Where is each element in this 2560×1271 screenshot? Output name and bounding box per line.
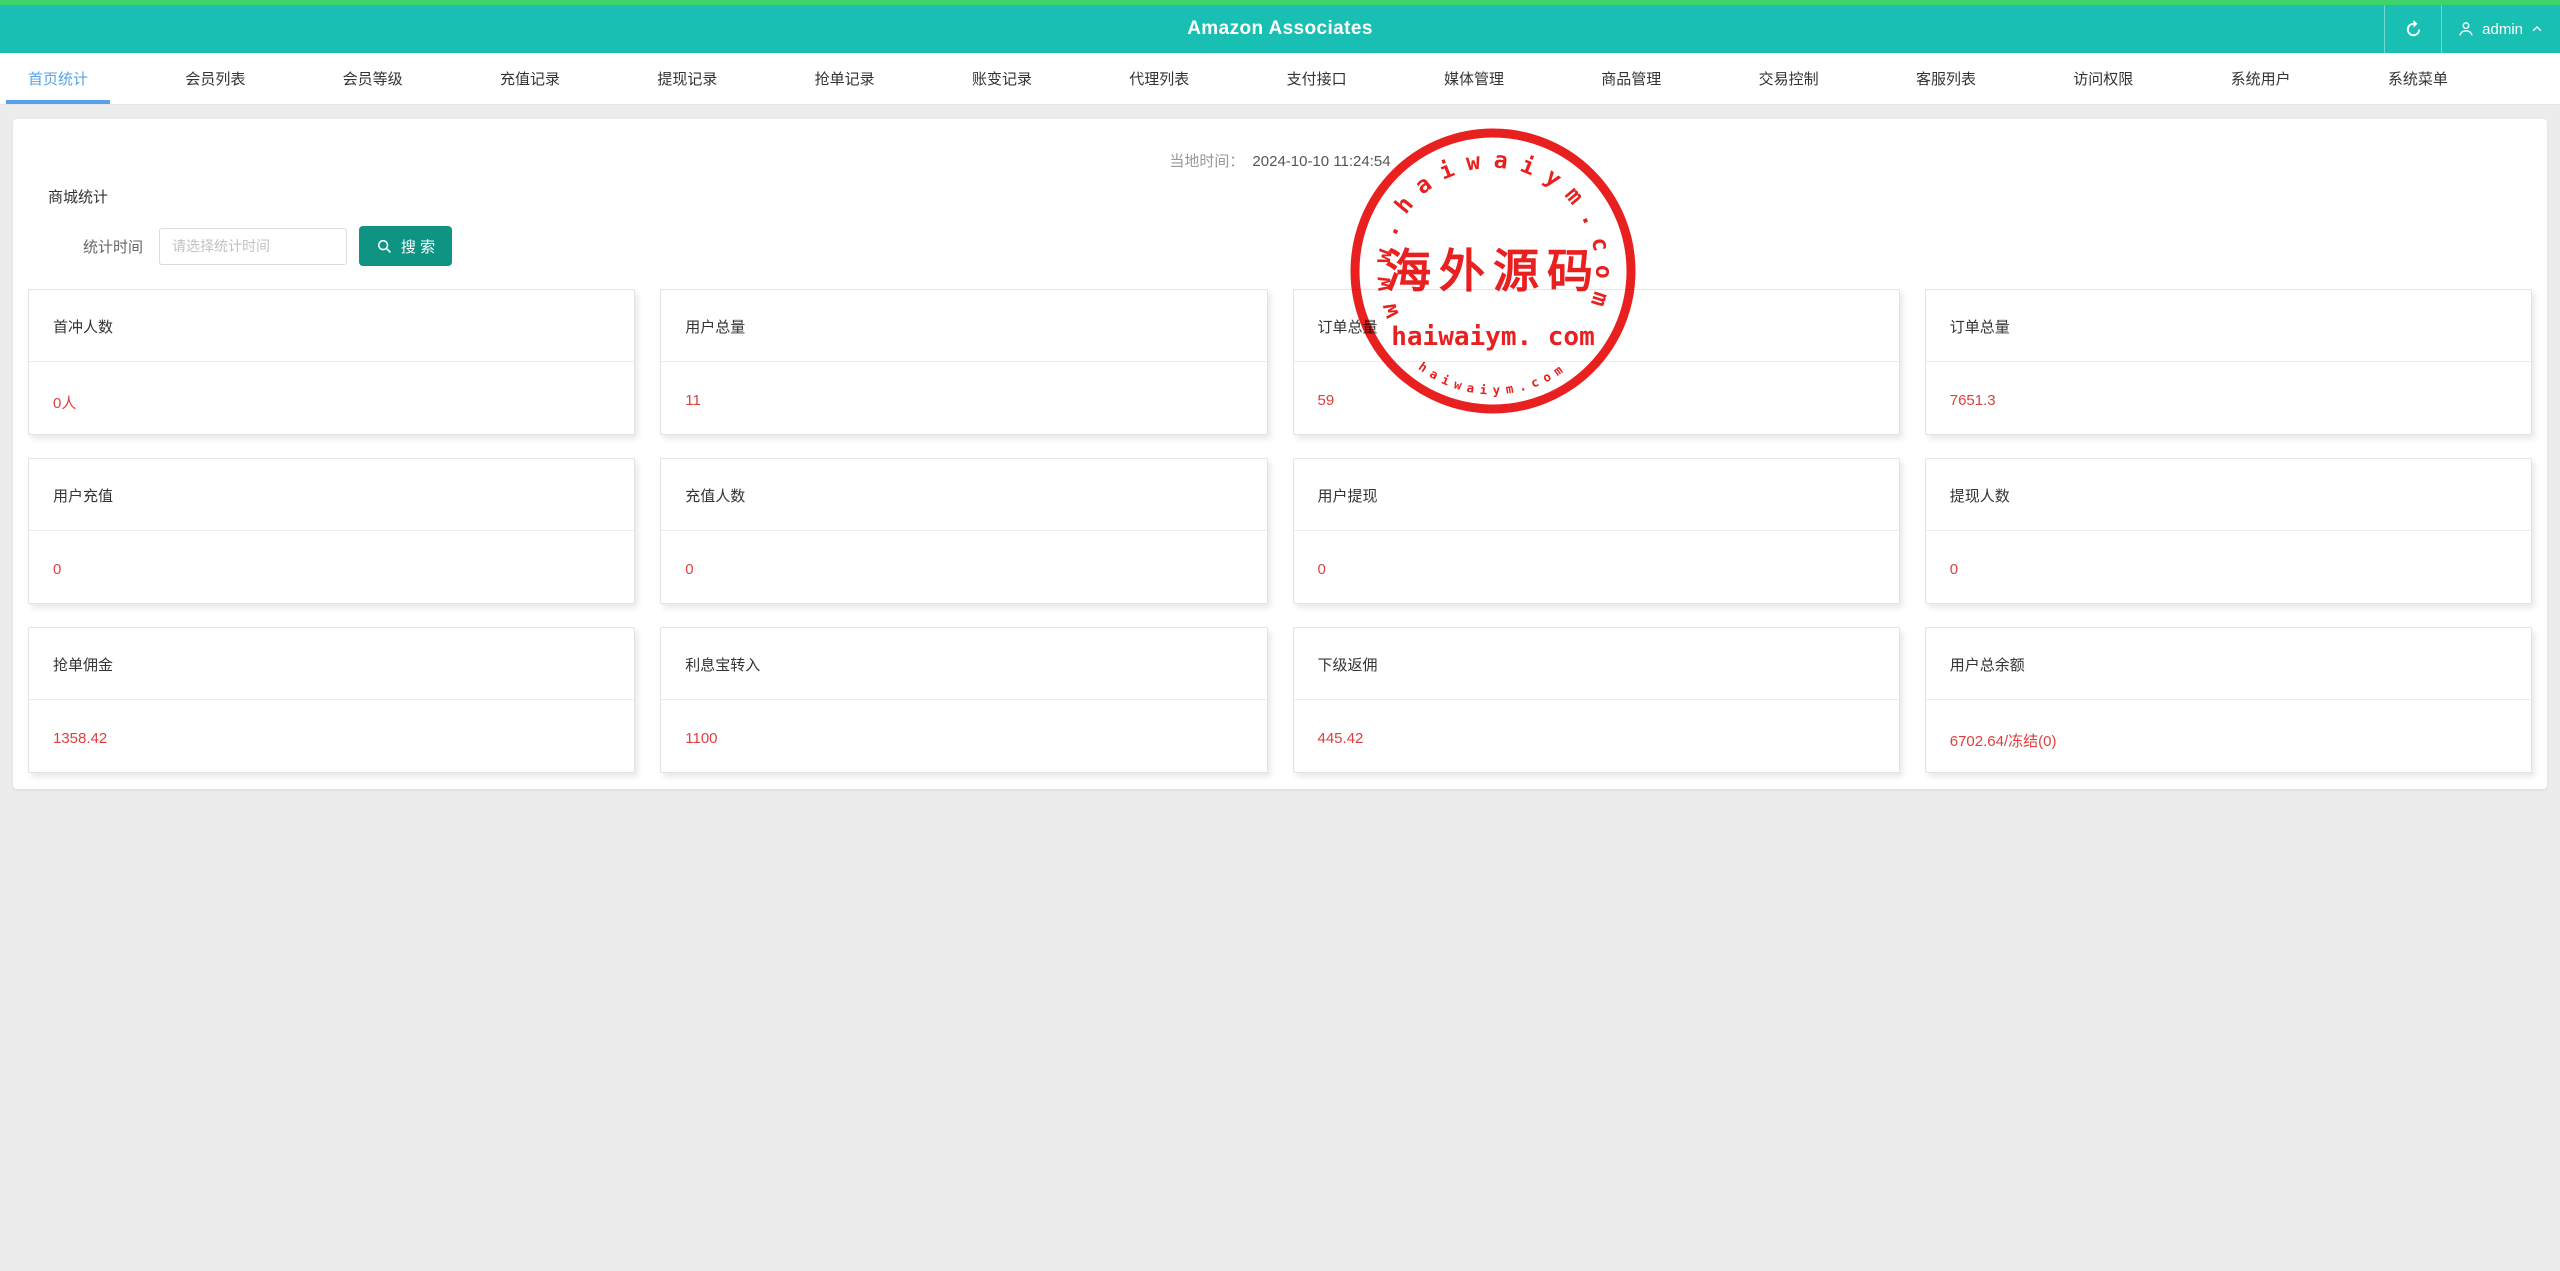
nav-tab-label: 客服列表 xyxy=(1915,71,1976,88)
nav-tab-11[interactable]: 商品管理 xyxy=(1579,53,1683,104)
user-menu[interactable]: admin xyxy=(2442,5,2560,53)
nav-tab-14[interactable]: 访问权限 xyxy=(2051,53,2155,104)
nav-tab-2[interactable]: 会员列表 xyxy=(163,53,267,104)
search-button-label: 搜 索 xyxy=(400,238,436,256)
stat-card-title: 抢单佣金 xyxy=(53,657,114,674)
nav-tab-label: 系统用户 xyxy=(2230,71,2291,88)
nav-tab-13[interactable]: 客服列表 xyxy=(1894,53,1998,104)
nav-tab-label: 访问权限 xyxy=(2073,71,2134,88)
admin-dashboard: { "header": { "title": "Amazon Associate… xyxy=(0,0,2560,1271)
refresh-icon xyxy=(2404,19,2423,39)
stat-card-7: 用户提现 0 xyxy=(1292,458,1900,604)
nav-tab-label: 充值记录 xyxy=(499,71,560,88)
nav-tab-label: 抢单记录 xyxy=(814,71,875,88)
nav-tab-label: 支付接口 xyxy=(1286,71,1347,88)
chevron-up-icon xyxy=(2530,22,2544,36)
nav-tab-label: 账变记录 xyxy=(971,71,1032,88)
stats-panel: 当地时间： 2024-10-10 11:24:54 商城统计 统计时间 搜 索 首… xyxy=(13,119,2547,789)
stat-time-label: 统计时间 xyxy=(83,238,144,256)
stat-card-title: 用户总量 xyxy=(685,319,746,336)
stat-card-value: 7651.3 xyxy=(1949,392,1996,409)
app-header: Amazon Associates admin xyxy=(0,5,2560,53)
nav-tab-label: 提现记录 xyxy=(657,71,718,88)
stat-cards-grid: 首冲人数 0人 用户总量 11 订单总量 59 订单总量 7651.3 用户充值… xyxy=(13,289,2547,773)
stat-card-value: 1358.42 xyxy=(53,730,108,747)
stat-card-11: 下级返佣 445.42 xyxy=(1292,627,1900,773)
stat-card-title: 利息宝转入 xyxy=(685,657,761,674)
nav-tab-10[interactable]: 媒体管理 xyxy=(1422,53,1526,104)
stat-card-title: 订单总量 xyxy=(1949,319,2010,336)
stat-card-value: 0 xyxy=(1949,561,1959,578)
stat-time-input[interactable] xyxy=(159,227,348,265)
nav-tab-7[interactable]: 账变记录 xyxy=(950,53,1054,104)
nav-tab-label: 会员列表 xyxy=(185,71,246,88)
stat-card-value: 0 xyxy=(53,561,62,578)
nav-tab-label: 首页统计 xyxy=(28,71,89,88)
nav-tab-12[interactable]: 交易控制 xyxy=(1737,53,1841,104)
stat-card-value: 0 xyxy=(1317,561,1326,578)
search-icon xyxy=(376,238,393,255)
header-controls: admin xyxy=(2384,5,2560,53)
section-title: 商城统计 xyxy=(48,189,109,206)
stat-card-1: 首冲人数 0人 xyxy=(28,289,636,435)
local-time-label: 当地时间： xyxy=(1169,153,1245,170)
user-icon xyxy=(2457,20,2475,38)
nav-tab-6[interactable]: 抢单记录 xyxy=(793,53,897,104)
local-time-row: 当地时间： 2024-10-10 11:24:54 xyxy=(13,119,2547,171)
stat-card-title: 下级返佣 xyxy=(1317,657,1378,674)
nav-tab-label: 代理列表 xyxy=(1129,71,1190,88)
nav-tab-4[interactable]: 充值记录 xyxy=(478,53,582,104)
local-time-value: 2024-10-10 11:24:54 xyxy=(1252,153,1391,170)
page-title: Amazon Associates xyxy=(1187,18,1373,39)
username-label: admin xyxy=(2482,20,2523,38)
stat-card-value: 11 xyxy=(685,392,701,409)
stat-card-value: 59 xyxy=(1317,392,1335,409)
stat-card-value: 0 xyxy=(685,561,694,578)
stat-card-6: 充值人数 0 xyxy=(660,458,1268,604)
nav-tab-label: 商品管理 xyxy=(1601,71,1662,88)
stat-card-title: 订单总量 xyxy=(1317,319,1378,336)
stat-card-value: 445.42 xyxy=(1317,730,1364,747)
stat-card-2: 用户总量 11 xyxy=(660,289,1268,435)
stat-card-title: 充值人数 xyxy=(685,488,746,505)
nav-tab-label: 会员等级 xyxy=(342,71,403,88)
stat-card-5: 用户充值 0 xyxy=(28,458,636,604)
stat-card-title: 用户提现 xyxy=(1317,488,1378,505)
nav-tabs: 首页统计 会员列表 会员等级 充值记录 提现记录 抢单记录 账变记录 代理列表 支付接口 媒体管理… xyxy=(0,53,2560,105)
nav-tab-1[interactable]: 首页统计 xyxy=(6,53,111,104)
filter-row: 统计时间 搜 索 xyxy=(83,226,2547,266)
nav-tab-3[interactable]: 会员等级 xyxy=(321,53,425,104)
nav-tab-label: 媒体管理 xyxy=(1443,71,1504,88)
stat-card-value: 1100 xyxy=(685,730,718,747)
search-button[interactable]: 搜 索 xyxy=(359,226,453,266)
page-body: 当地时间： 2024-10-10 11:24:54 商城统计 统计时间 搜 索 首… xyxy=(0,105,2560,789)
stat-card-10: 利息宝转入 1100 xyxy=(660,627,1268,773)
stat-card-value: 0人 xyxy=(53,395,77,412)
stat-card-title: 提现人数 xyxy=(1949,488,2010,505)
stat-card-4: 订单总量 7651.3 xyxy=(1924,289,2532,435)
nav-tab-9[interactable]: 支付接口 xyxy=(1265,53,1369,104)
stat-card-3: 订单总量 59 xyxy=(1292,289,1900,435)
stat-card-value: 6702.64/冻结(0) xyxy=(1949,733,2057,750)
stat-card-8: 提现人数 0 xyxy=(1924,458,2532,604)
stat-card-title: 用户充值 xyxy=(53,488,114,505)
nav-tab-15[interactable]: 系统用户 xyxy=(2209,53,2313,104)
nav-tab-16[interactable]: 系统菜单 xyxy=(2366,53,2470,104)
stat-card-title: 用户总余额 xyxy=(1949,657,2025,674)
nav-tab-8[interactable]: 代理列表 xyxy=(1107,53,1211,104)
nav-tab-5[interactable]: 提现记录 xyxy=(635,53,739,104)
stat-card-title: 首冲人数 xyxy=(53,319,114,336)
stat-card-9: 抢单佣金 1358.42 xyxy=(28,627,636,773)
nav-tab-label: 系统菜单 xyxy=(2387,71,2448,88)
refresh-button[interactable] xyxy=(2384,5,2443,53)
stat-card-12: 用户总余额 6702.64/冻结(0) xyxy=(1924,627,2532,773)
nav-tab-label: 交易控制 xyxy=(1758,71,1819,88)
